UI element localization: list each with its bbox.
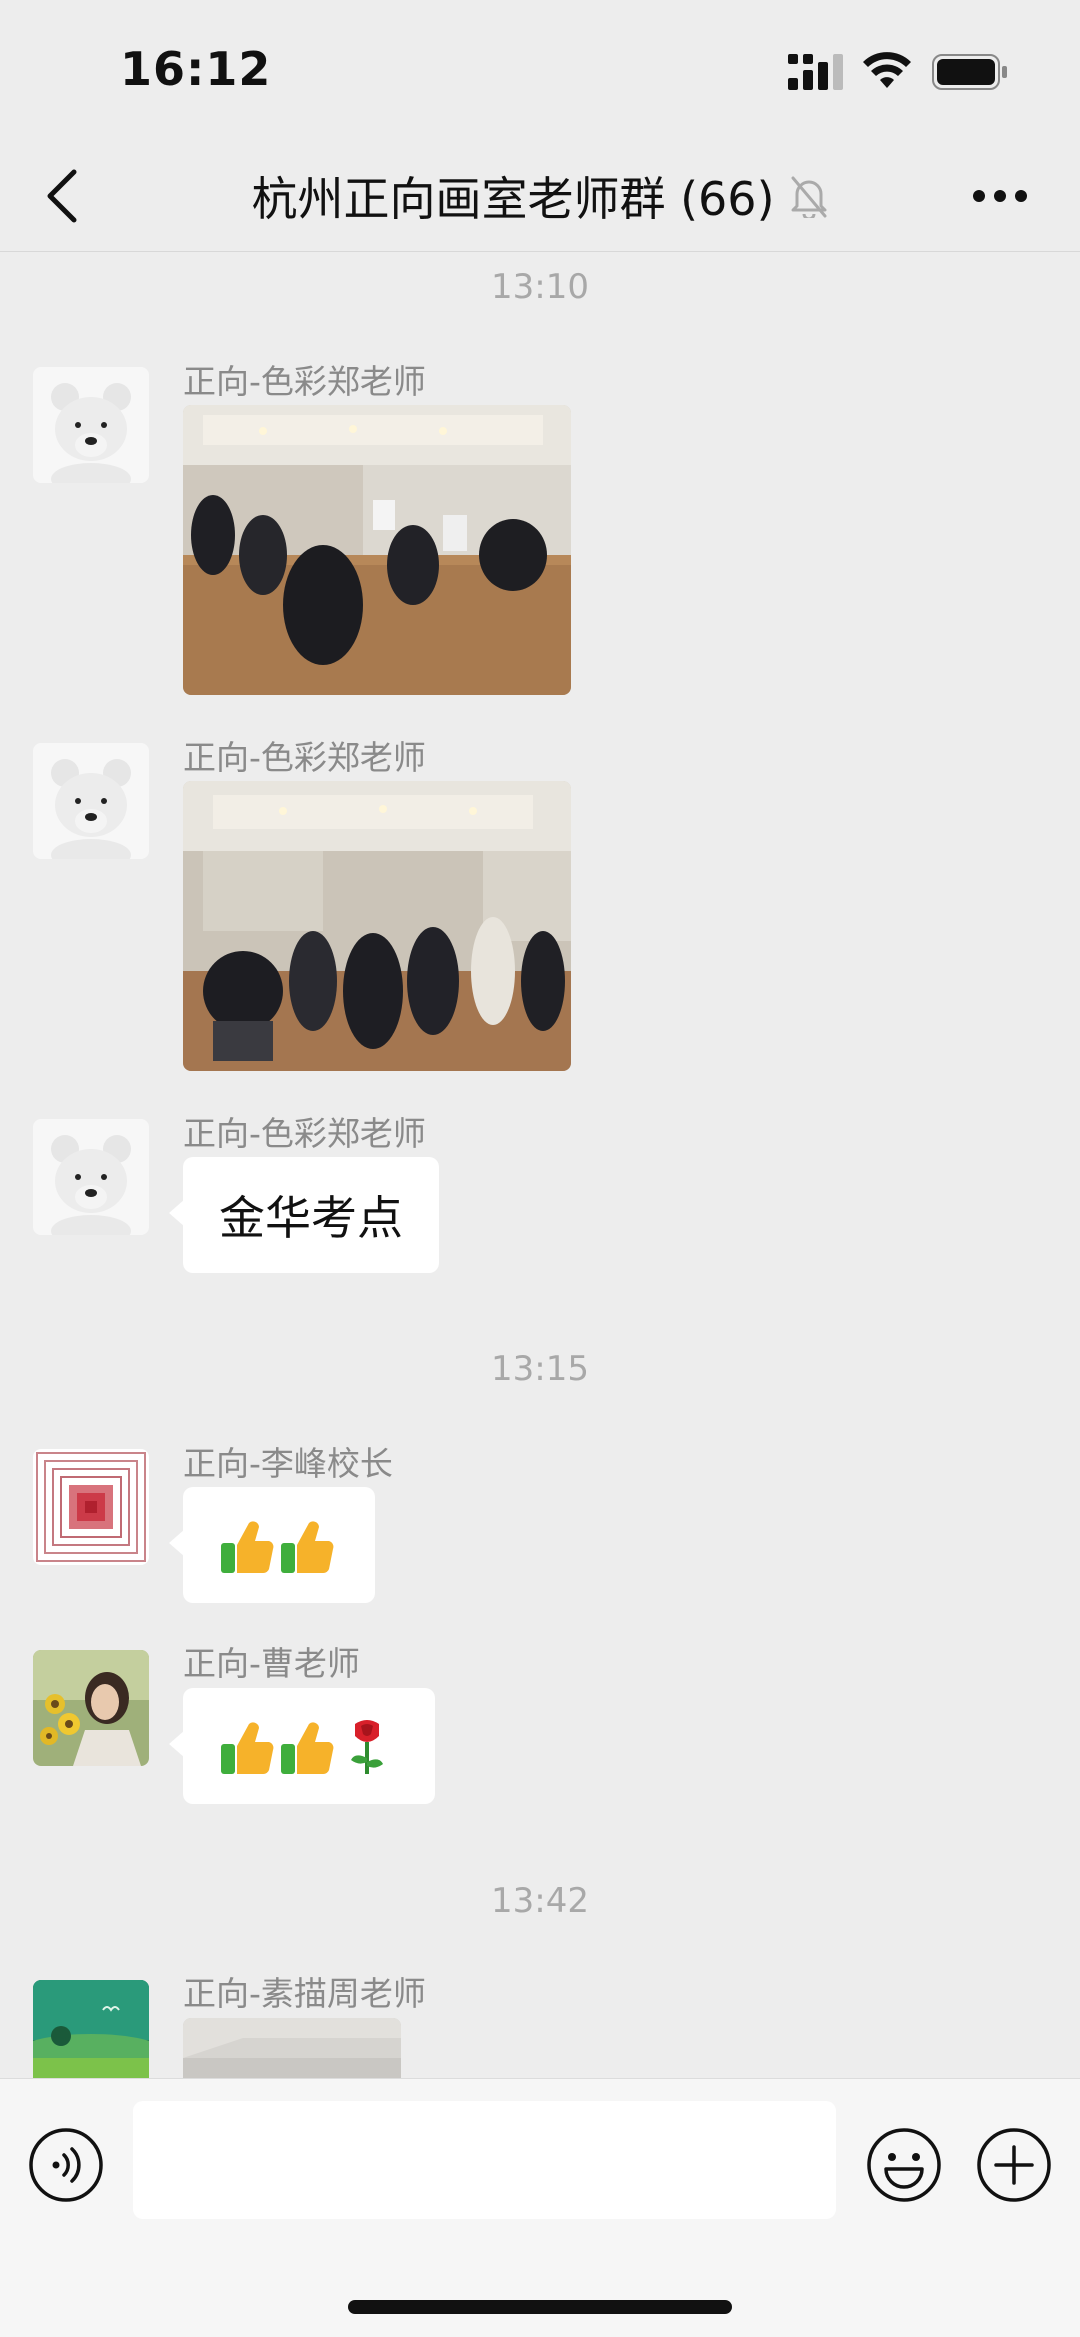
home-indicator[interactable]	[348, 2300, 732, 2314]
voice-input-button[interactable]	[28, 2127, 104, 2203]
polar-bear-avatar-icon	[33, 743, 149, 859]
concentric-squares-avatar-icon	[33, 1449, 149, 1565]
thumbs-up-icon	[281, 1722, 334, 1775]
back-button[interactable]	[30, 162, 94, 230]
battery-icon	[932, 54, 1007, 90]
rose-icon	[351, 1720, 383, 1774]
polar-bear-avatar-icon	[33, 367, 149, 483]
girl-with-sunflowers-avatar-icon	[33, 1650, 149, 1766]
avatar-red-squares[interactable]	[33, 1449, 149, 1565]
more-dots-icon	[973, 190, 1027, 202]
status-bar: 16:12	[0, 0, 1080, 140]
emoji-bubble[interactable]	[169, 1487, 375, 1603]
nav-bar: 杭州正向画室老师群 (66)	[0, 140, 1080, 252]
photo-message[interactable]	[183, 2018, 401, 2078]
message-text: 金华考点	[219, 1191, 403, 1245]
nav-title-group: 杭州正向画室老师群 (66)	[200, 162, 880, 230]
sender-name: 正向-色彩郑老师	[183, 362, 426, 401]
sender-name: 正向-色彩郑老师	[183, 1114, 426, 1153]
chat-messages[interactable]: 13:10 正向-色彩郑老师 正向-色彩郑老师 正向-色彩郑老师 金华考点 13…	[0, 253, 1080, 2078]
avatar-green-landscape[interactable]	[33, 1980, 149, 2078]
sender-name: 正向-色彩郑老师	[183, 738, 426, 777]
polar-bear-avatar-icon	[33, 1119, 149, 1235]
input-bar	[0, 2078, 1080, 2337]
emoji-bubble[interactable]	[169, 1688, 435, 1804]
wifi-icon	[863, 52, 911, 88]
sender-name: 正向-曹老师	[183, 1644, 360, 1683]
photo-message[interactable]	[183, 781, 571, 1071]
classroom-photo-image	[183, 781, 571, 1071]
chevron-left-icon	[47, 169, 77, 223]
sender-name: 正向-李峰校长	[183, 1444, 393, 1483]
avatar-girl-sunflowers[interactable]	[33, 1650, 149, 1766]
green-landscape-avatar-icon	[33, 1980, 149, 2078]
avatar-polar-bear[interactable]	[33, 743, 149, 859]
cellular-signal-icon	[788, 54, 843, 90]
more-actions-plus-button[interactable]	[976, 2127, 1052, 2203]
emoji-button[interactable]	[866, 2127, 942, 2203]
room-photo-image	[183, 2018, 401, 2078]
timestamp: 13:15	[491, 1349, 589, 1389]
more-options-button[interactable]	[964, 170, 1036, 222]
avatar-polar-bear[interactable]	[33, 1119, 149, 1235]
status-time: 16:12	[120, 42, 272, 96]
text-bubble[interactable]: 金华考点	[169, 1157, 439, 1273]
photo-message[interactable]	[183, 405, 571, 695]
chat-title: 杭州正向画室老师群 (66)	[251, 172, 775, 226]
timestamp: 13:42	[491, 1881, 589, 1921]
chat-screen: 16:12 杭州正向画室老师群 (66) 13:10 正向-色彩郑老师 正向-色…	[0, 0, 1080, 2337]
mute-bell-icon	[791, 176, 827, 218]
thumbs-up-icon	[221, 1722, 274, 1775]
thumbs-up-icon	[221, 1521, 274, 1574]
classroom-photo-image	[183, 405, 571, 695]
timestamp: 13:10	[491, 267, 589, 307]
thumbs-up-icon	[281, 1521, 334, 1574]
avatar-polar-bear[interactable]	[33, 367, 149, 483]
message-input[interactable]	[133, 2101, 836, 2219]
sender-name: 正向-素描周老师	[183, 1974, 426, 2013]
